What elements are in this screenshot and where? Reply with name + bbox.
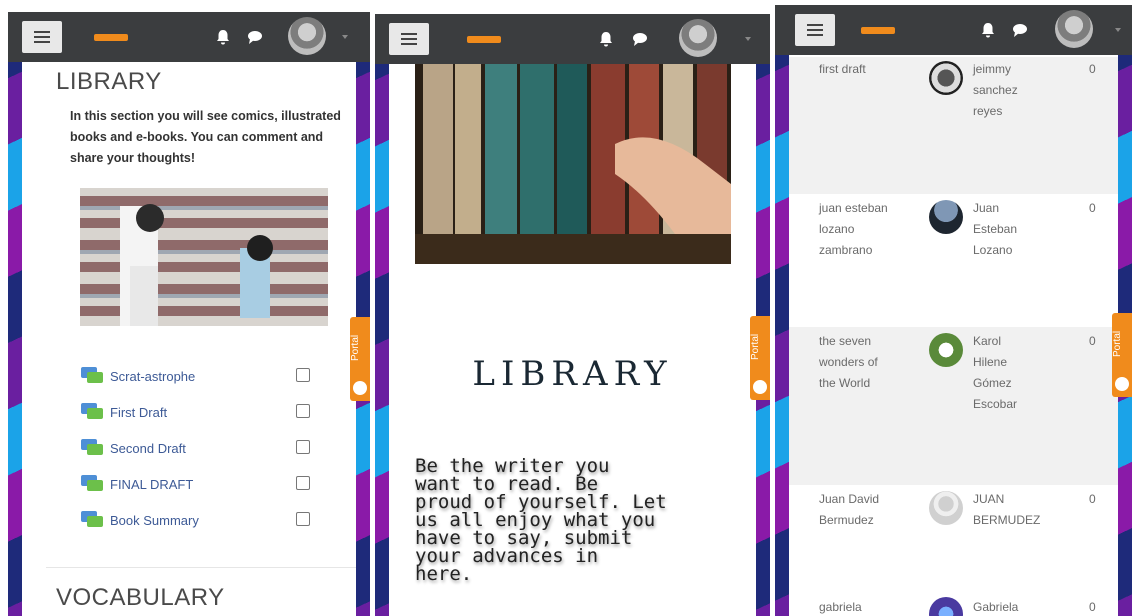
top-navbar [775, 5, 1132, 55]
panel-library-page: LIBRARY Be the writer you want to read. … [375, 14, 770, 616]
activity-item[interactable]: Book Summary [80, 502, 310, 538]
completion-checkbox[interactable] [296, 476, 310, 490]
completion-checkbox[interactable] [296, 368, 310, 382]
portal-tab[interactable]: Portal [1112, 313, 1132, 397]
chat-icon[interactable] [631, 30, 649, 48]
forum-icon [81, 367, 103, 383]
author-avatar[interactable] [929, 61, 963, 95]
decorative-stripe-right [1118, 5, 1132, 616]
bookshelf-photo [415, 64, 731, 264]
section-title-library: LIBRARY [56, 68, 162, 95]
reply-count: 0 [1089, 201, 1096, 215]
chevron-down-icon[interactable] [1113, 25, 1123, 35]
user-avatar[interactable] [679, 19, 717, 57]
decorative-stripe-right [356, 12, 370, 616]
site-logo[interactable] [94, 34, 128, 41]
author-name[interactable]: JUAN BERMUDEZ [973, 489, 1063, 531]
section-summary: In this section you will see comics, ill… [70, 109, 341, 165]
author-avatar[interactable] [929, 333, 963, 367]
panel-library-course: LIBRARY In this section you will see com… [8, 12, 370, 616]
chat-icon[interactable] [1011, 21, 1029, 39]
motivational-quote: Be the writer you want to read. Be proud… [415, 455, 667, 585]
decorative-stripe-left [8, 12, 22, 616]
activity-item[interactable]: Second Draft [80, 430, 310, 466]
decorative-stripe-left [775, 5, 789, 616]
decorative-stripe-right [756, 14, 770, 616]
bell-icon[interactable] [979, 21, 997, 39]
activity-item[interactable]: Scrat-astrophe [80, 358, 310, 394]
table-row[interactable]: gabriela Gabriela 0 [789, 591, 1118, 616]
forum-icon [81, 475, 103, 491]
table-row[interactable]: Juan David Bermudez JUAN BERMUDEZ 0 [789, 485, 1118, 591]
portal-label: Portal [750, 333, 761, 361]
activity-link[interactable]: Second Draft [110, 441, 186, 456]
discussion-title[interactable]: juan esteban lozano zambrano [819, 198, 917, 261]
page-heading: LIBRARY [472, 354, 673, 394]
author-avatar[interactable] [929, 597, 963, 616]
completion-checkbox[interactable] [296, 404, 310, 418]
portal-icon [753, 380, 767, 394]
table-row[interactable]: the seven wonders of the World Karol Hil… [789, 327, 1118, 485]
panel-submissions-table: first draft jeimmy sanchez reyes 0 juan … [775, 5, 1132, 616]
activity-list: Scrat-astrophe First Draft Second Draft … [80, 358, 310, 538]
top-navbar [375, 14, 770, 64]
reply-count: 0 [1089, 62, 1096, 76]
activity-link[interactable]: Book Summary [110, 513, 199, 528]
activity-link[interactable]: FINAL DRAFT [110, 477, 193, 492]
reply-count: 0 [1089, 492, 1096, 506]
page-content: LIBRARY Be the writer you want to read. … [389, 64, 756, 616]
section-divider [46, 567, 356, 568]
reply-count: 0 [1089, 334, 1096, 348]
author-name[interactable]: Gabriela [973, 597, 1063, 616]
portal-icon [1115, 377, 1129, 391]
forum-icon [81, 439, 103, 455]
portal-icon [353, 381, 367, 395]
completion-checkbox[interactable] [296, 440, 310, 454]
section-title-vocabulary: VOCABULARY [56, 584, 225, 611]
discussion-title[interactable]: the seven wonders of the World [819, 331, 917, 394]
discussion-title[interactable]: gabriela [819, 597, 917, 616]
completion-checkbox[interactable] [296, 512, 310, 526]
library-illustration-image [80, 188, 328, 326]
author-name[interactable]: jeimmy sanchez reyes [973, 59, 1063, 122]
portal-label: Portal [1112, 330, 1123, 358]
site-logo[interactable] [861, 27, 895, 34]
portal-label: Portal [350, 334, 361, 362]
hamburger-menu-button[interactable] [795, 14, 835, 46]
table-row[interactable]: first draft jeimmy sanchez reyes 0 [789, 57, 1118, 194]
hamburger-icon [807, 24, 823, 36]
discussion-title[interactable]: first draft [819, 59, 917, 80]
chevron-down-icon[interactable] [340, 32, 350, 42]
user-avatar[interactable] [1055, 10, 1093, 48]
discussion-table: first draft jeimmy sanchez reyes 0 juan … [789, 57, 1118, 616]
portal-tab[interactable]: Portal [750, 316, 770, 400]
hamburger-icon [401, 33, 417, 45]
author-avatar[interactable] [929, 491, 963, 525]
activity-link[interactable]: First Draft [110, 405, 167, 420]
user-avatar[interactable] [288, 17, 326, 55]
hamburger-menu-button[interactable] [389, 23, 429, 55]
top-navbar [8, 12, 370, 62]
author-avatar[interactable] [929, 200, 963, 234]
course-content: LIBRARY In this section you will see com… [22, 62, 356, 616]
activity-link[interactable]: Scrat-astrophe [110, 369, 195, 384]
reply-count: 0 [1089, 600, 1096, 614]
chat-icon[interactable] [246, 28, 264, 46]
hamburger-icon [34, 31, 50, 43]
author-name[interactable]: Juan Esteban Lozano [973, 198, 1063, 261]
forum-icon [81, 511, 103, 527]
table-row[interactable]: juan esteban lozano zambrano Juan Esteba… [789, 194, 1118, 327]
hamburger-menu-button[interactable] [22, 21, 62, 53]
decorative-stripe-left [375, 14, 389, 616]
activity-item[interactable]: First Draft [80, 394, 310, 430]
bell-icon[interactable] [214, 28, 232, 46]
activity-item[interactable]: FINAL DRAFT [80, 466, 310, 502]
forum-icon [81, 403, 103, 419]
chevron-down-icon[interactable] [743, 34, 753, 44]
site-logo[interactable] [467, 36, 501, 43]
bell-icon[interactable] [597, 30, 615, 48]
discussion-title[interactable]: Juan David Bermudez [819, 489, 917, 531]
portal-tab[interactable]: Portal [350, 317, 370, 401]
author-name[interactable]: Karol Hilene Gómez Escobar [973, 331, 1063, 415]
